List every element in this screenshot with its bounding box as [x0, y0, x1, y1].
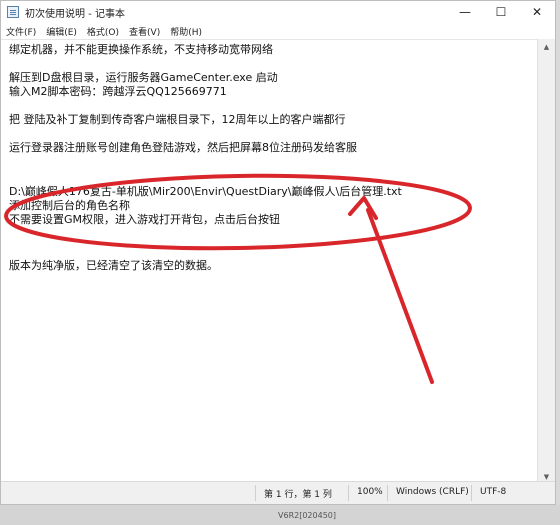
text-line: 输入M2脚本密码：跨越浮云QQ125669771: [9, 85, 227, 98]
text-line: 运行登录器注册账号创建角色登陆游戏，然后把屏幕8位注册码发给客服: [9, 141, 357, 154]
menu-bar: 文件(F) 编辑(E) 格式(O) 查看(V) 帮助(H): [1, 23, 555, 39]
status-divider: [348, 485, 349, 501]
vertical-scrollbar[interactable]: ▲ ▼: [537, 39, 555, 484]
text-line: 版本为纯净版，已经清空了该清空的数据。: [9, 259, 218, 272]
menu-file[interactable]: 文件(F): [1, 25, 41, 38]
encoding: UTF-8: [480, 487, 507, 497]
menu-view[interactable]: 查看(V): [124, 25, 165, 38]
taskbar-label: V6R2[020450]: [278, 511, 336, 520]
menu-format[interactable]: 格式(O): [82, 25, 124, 38]
cursor-position: 第 1 行，第 1 列: [264, 490, 332, 500]
close-button[interactable]: ✕: [519, 1, 555, 23]
scroll-up-icon[interactable]: ▲: [538, 39, 555, 54]
text-line: 不需要设置GM权限，进入游戏打开背包，点击后台按钮: [9, 213, 281, 226]
menu-help[interactable]: 帮助(H): [165, 25, 207, 38]
status-divider: [471, 485, 472, 501]
minimize-button[interactable]: —: [447, 1, 483, 23]
notepad-window: 初次使用说明 - 记事本 — ☐ ✕ 文件(F) 编辑(E) 格式(O) 查看(…: [0, 0, 556, 505]
taskbar-strip: V6R2[020450]: [0, 505, 560, 525]
status-divider: [387, 485, 388, 501]
text-line: 把 登陆及补丁复制到传奇客户端根目录下，12周年以上的客户端都行: [9, 113, 346, 126]
status-divider: [255, 485, 256, 501]
window-controls: — ☐ ✕: [447, 1, 555, 23]
zoom-level: 100%: [357, 487, 383, 497]
text-editor-area[interactable]: 绑定机器，并不能更换操作系统，不支持移动宽带网络 解压到D盘根目录，运行服务器G…: [1, 39, 539, 485]
text-line: 绑定机器，并不能更换操作系统，不支持移动宽带网络: [9, 43, 273, 56]
menu-edit[interactable]: 编辑(E): [41, 25, 82, 38]
notepad-icon: [7, 6, 19, 18]
status-bar: 第 1 行，第 1 列 100% Windows (CRLF) UTF-8: [1, 481, 555, 504]
title-bar[interactable]: 初次使用说明 - 记事本 — ☐ ✕: [1, 1, 555, 23]
maximize-button[interactable]: ☐: [483, 1, 519, 23]
window-title: 初次使用说明 - 记事本: [25, 8, 125, 20]
line-ending: Windows (CRLF): [396, 487, 469, 497]
